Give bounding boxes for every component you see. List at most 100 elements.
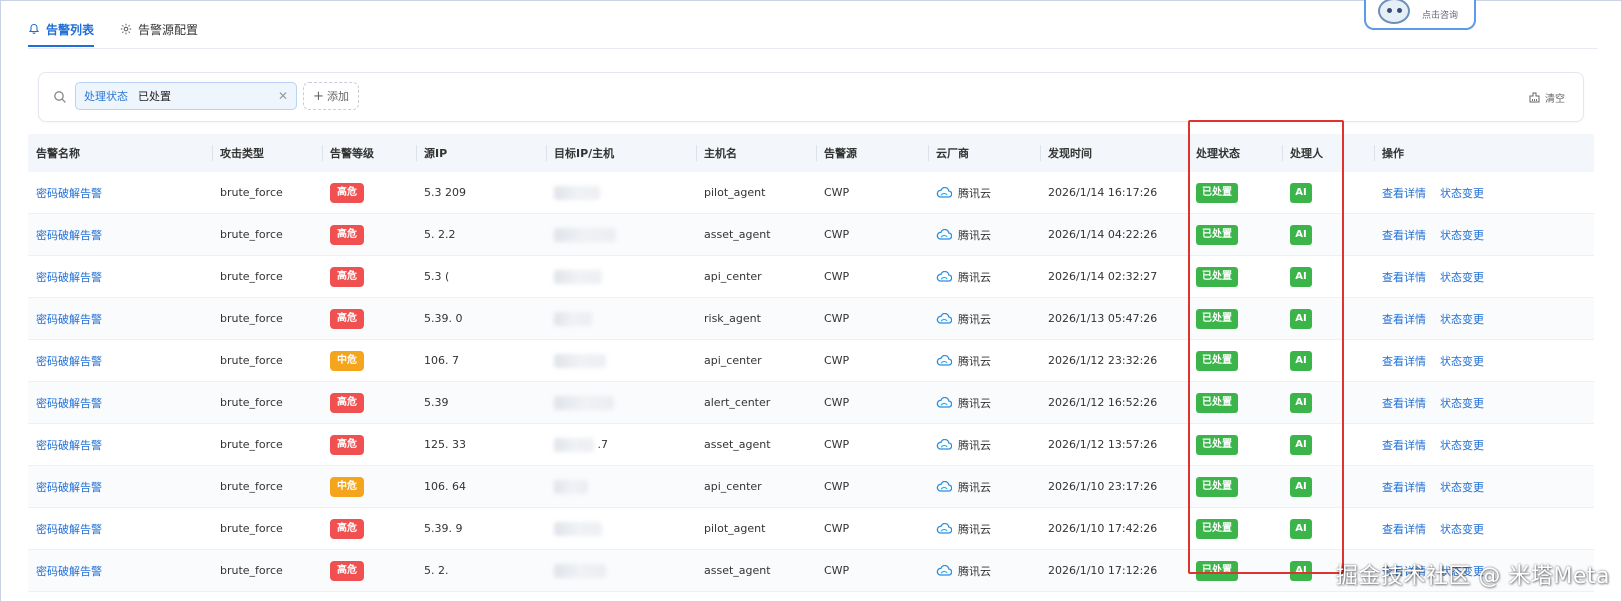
alert-name-link[interactable]: 密码破解告警 [36, 563, 102, 579]
view-details-link[interactable]: 查看详情 [1382, 395, 1426, 411]
cloud-vendor-text: 腾讯云 [958, 354, 991, 368]
target-ip [554, 269, 602, 284]
source-ip: 5. 2. [424, 564, 449, 577]
view-details-link[interactable]: 查看详情 [1382, 311, 1426, 327]
alert-name-link[interactable]: 密码破解告警 [36, 521, 102, 537]
attack-type: brute_force [220, 228, 283, 241]
view-details-link[interactable]: 查看详情 [1382, 521, 1426, 537]
cloud-vendor: 腾讯云 [936, 227, 991, 243]
handler-badge-text: AI [1290, 518, 1312, 539]
filter-bar: 处理状态 已处置 ✕ + 添加 清空 [38, 72, 1584, 122]
row-actions: 查看详情 状态变更 [1382, 185, 1484, 201]
alert-source: CWP [824, 186, 850, 199]
source-ip-text: 5. 2.2 [424, 228, 456, 241]
change-status-link[interactable]: 状态变更 [1440, 437, 1484, 453]
hostname: asset_agent [704, 228, 771, 241]
source-ip-text: 5.3 ( [424, 270, 450, 283]
change-status-link[interactable]: 状态变更 [1440, 395, 1484, 411]
handler-badge-text: AI [1290, 350, 1312, 371]
status-badge-text: 已处置 [1196, 224, 1238, 245]
target-ip [554, 185, 600, 200]
change-status-link[interactable]: 状态变更 [1440, 353, 1484, 369]
tab-alert-source-config-label: 告警源配置 [138, 22, 199, 37]
change-status-link[interactable]: 状态变更 [1440, 521, 1484, 537]
col-header-alert-name: 告警名称 [36, 147, 80, 160]
view-details-link[interactable]: 查看详情 [1382, 185, 1426, 201]
status-badge: 已处置 [1196, 182, 1238, 203]
handler-badge-text: AI [1290, 224, 1312, 245]
change-status-link[interactable]: 状态变更 [1440, 269, 1484, 285]
alert-source: CWP [824, 564, 850, 577]
cloud-icon [936, 229, 952, 240]
handler-badge-text: AI [1290, 182, 1312, 203]
assistant-card[interactable]: 点击咨询 [1364, 0, 1476, 30]
attack-type: brute_force [220, 438, 283, 451]
source-ip: 5.3 ( [424, 270, 449, 283]
col-header-cloud-vendor: 云厂商 [936, 147, 969, 160]
col-header-attack-type: 攻击类型 [220, 147, 264, 160]
level-badge-text: 高危 [330, 182, 364, 203]
target-ip [554, 311, 592, 326]
change-status-link[interactable]: 状态变更 [1440, 311, 1484, 327]
cloud-vendor-text: 腾讯云 [958, 270, 991, 284]
alert-name-link[interactable]: 密码破解告警 [36, 185, 102, 201]
handler-badge-text: AI [1290, 392, 1312, 413]
alert-name-link[interactable]: 密码破解告警 [36, 437, 102, 453]
col-header-found-time: 发现时间 [1048, 147, 1092, 160]
cloud-vendor: 腾讯云 [936, 563, 991, 579]
attack-type: brute_force [220, 312, 283, 325]
alert-name-link[interactable]: 密码破解告警 [36, 311, 102, 327]
redacted-mask [554, 185, 600, 200]
filter-chip-status[interactable]: 处理状态 已处置 ✕ [75, 82, 297, 110]
tabs-divider [28, 48, 1598, 49]
table-row: 密码破解告警 brute_force 高危 125. 33 .7 asset_a… [28, 424, 1594, 466]
cloud-vendor: 腾讯云 [936, 353, 991, 369]
close-icon[interactable]: ✕ [278, 89, 288, 103]
status-badge-text: 已处置 [1196, 308, 1238, 329]
alert-source: CWP [824, 522, 850, 535]
alert-name-link[interactable]: 密码破解告警 [36, 479, 102, 495]
cloud-vendor: 腾讯云 [936, 479, 991, 495]
cloud-icon [936, 439, 952, 450]
tab-alert-source-config[interactable]: 告警源配置 [120, 14, 198, 44]
redacted-mask [554, 311, 592, 326]
alert-table: 告警名称 攻击类型 告警等级 源IP 目标IP/主机 主机名 告警源 云厂商 发… [28, 134, 1594, 592]
view-details-link[interactable]: 查看详情 [1382, 227, 1426, 243]
table-row: 密码破解告警 brute_force 高危 5.3 ( api_center C… [28, 256, 1594, 298]
plus-icon: + [313, 88, 324, 104]
cloud-vendor: 腾讯云 [936, 395, 991, 411]
attack-type: brute_force [220, 354, 283, 367]
handler-badge-text: AI [1290, 434, 1312, 455]
level-badge-text: 中危 [330, 350, 364, 371]
status-badge: 已处置 [1196, 392, 1238, 413]
source-ip-text: 5.39. 9 [424, 522, 463, 535]
cloud-vendor: 腾讯云 [936, 437, 991, 453]
row-actions: 查看详情 状态变更 [1382, 479, 1484, 495]
view-details-link[interactable]: 查看详情 [1382, 353, 1426, 369]
view-details-link[interactable]: 查看详情 [1382, 479, 1426, 495]
alert-name-link[interactable]: 密码破解告警 [36, 227, 102, 243]
target-ip [554, 227, 616, 242]
redacted-mask [554, 521, 602, 536]
clear-filter-button[interactable]: 清空 [1529, 90, 1565, 105]
status-badge-text: 已处置 [1196, 518, 1238, 539]
view-details-link[interactable]: 查看详情 [1382, 437, 1426, 453]
alert-name-link[interactable]: 密码破解告警 [36, 269, 102, 285]
cloud-vendor: 腾讯云 [936, 311, 991, 327]
view-details-link[interactable]: 查看详情 [1382, 269, 1426, 285]
level-badge-text: 高危 [330, 266, 364, 287]
table-row: 密码破解告警 brute_force 高危 5.39. 0 risk_agent… [28, 298, 1594, 340]
change-status-link[interactable]: 状态变更 [1440, 185, 1484, 201]
add-filter-button[interactable]: + 添加 [303, 82, 359, 110]
tab-alert-list[interactable]: 告警列表 [28, 14, 95, 47]
hostname: alert_center [704, 396, 771, 409]
source-ip-text: 125. 33 [424, 438, 466, 451]
change-status-link[interactable]: 状态变更 [1440, 479, 1484, 495]
target-ip: .7 [554, 437, 608, 452]
alert-source: CWP [824, 480, 850, 493]
change-status-link[interactable]: 状态变更 [1440, 227, 1484, 243]
cloud-icon [936, 187, 952, 198]
alert-name-link[interactable]: 密码破解告警 [36, 395, 102, 411]
redacted-mask [554, 395, 614, 410]
alert-name-link[interactable]: 密码破解告警 [36, 353, 102, 369]
